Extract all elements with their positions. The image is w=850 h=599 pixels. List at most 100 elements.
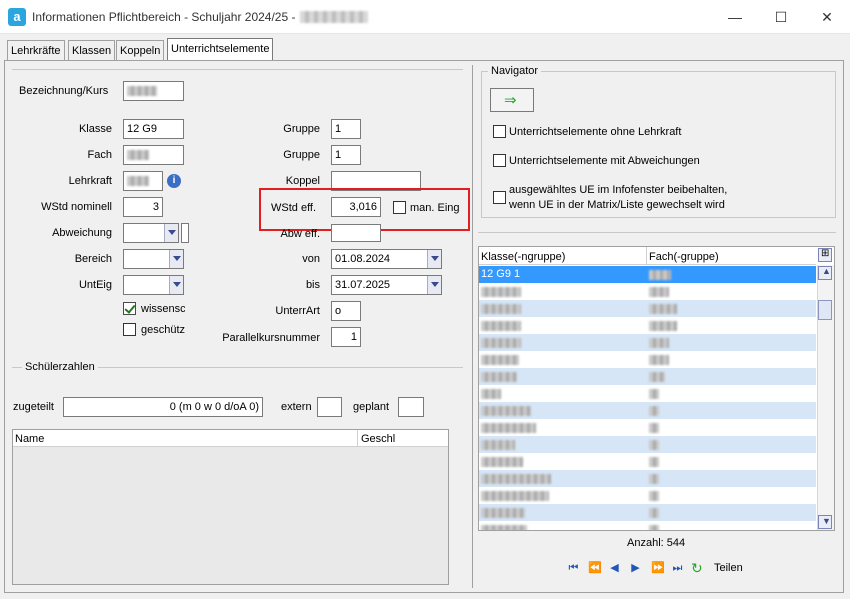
tab-koppeln[interactable]: Koppeln: [116, 40, 165, 61]
bezeichnung-label: Bezeichnung/Kurs: [19, 85, 109, 97]
tab-lehrkraefte[interactable]: Lehrkräfte: [7, 40, 65, 61]
man-eing-label: man. Eing: [410, 202, 460, 214]
list-item-selected[interactable]: 12 G9 1: [479, 266, 816, 283]
extern-label: extern: [281, 401, 312, 413]
last-record-icon[interactable]: ⏭: [672, 562, 683, 574]
close-button[interactable]: ✕: [804, 0, 850, 34]
geplant-label: geplant: [353, 401, 390, 413]
next-icon[interactable]: ▶: [630, 562, 641, 574]
list-item[interactable]: [479, 521, 816, 530]
wstd-nominell-label: WStd nominell: [41, 201, 112, 213]
scroll-thumb[interactable]: [818, 300, 832, 320]
ue-list-body: 12 G9 1: [479, 266, 816, 530]
splitter[interactable]: [472, 65, 473, 588]
previous-icon[interactable]: ◀: [609, 562, 620, 574]
opt3-checkbox[interactable]: [493, 191, 506, 204]
tab-unterrichtselemente[interactable]: Unterrichtselemente: [167, 38, 274, 61]
list-item[interactable]: [479, 351, 816, 368]
fach-input[interactable]: [123, 145, 184, 165]
col-fach[interactable]: Fach(-gruppe): [649, 251, 719, 263]
geplant-input[interactable]: [398, 397, 424, 417]
wissensc-checkbox[interactable]: [123, 302, 136, 315]
bereich-label: Bereich: [74, 253, 112, 265]
list-item[interactable]: [479, 402, 816, 419]
list-item[interactable]: [479, 368, 816, 385]
bis-select[interactable]: 31.07.2025: [331, 275, 442, 295]
von-label: von: [302, 253, 320, 265]
unteig-select[interactable]: [123, 275, 184, 295]
title-redacted: [300, 11, 368, 23]
col-separator: [646, 247, 647, 265]
man-eing-checkbox[interactable]: [393, 201, 406, 214]
schueler-title: Schülerzahlen: [22, 361, 98, 373]
col-klasse[interactable]: Klasse(-ngruppe): [481, 251, 565, 263]
fach-label: Fach: [87, 149, 112, 161]
col-name[interactable]: Name: [15, 433, 44, 445]
klasse-input[interactable]: 12 G9: [123, 119, 184, 139]
parallelkurs-input[interactable]: 1: [331, 327, 361, 347]
parallelkurs-label: Parallelkursnummer: [222, 332, 320, 344]
gruppe1-input[interactable]: 1: [331, 119, 361, 139]
navigator-title: Navigator: [488, 65, 542, 77]
list-item[interactable]: [479, 283, 816, 300]
abweichung-select[interactable]: [123, 223, 179, 243]
von-select[interactable]: 01.08.2024: [331, 249, 442, 269]
chevron-down-icon: [169, 250, 183, 268]
wstd-nominell-input[interactable]: 3: [123, 197, 163, 217]
maximize-button[interactable]: ☐: [758, 0, 804, 34]
list-item[interactable]: [479, 487, 816, 504]
extern-input[interactable]: [317, 397, 342, 417]
opt2-checkbox[interactable]: [493, 154, 506, 167]
column-chooser-button[interactable]: ⊞: [818, 248, 832, 262]
info-icon[interactable]: i: [167, 174, 181, 188]
list-item[interactable]: [479, 436, 816, 453]
list-item[interactable]: [479, 419, 816, 436]
tab-klassen[interactable]: Klassen: [68, 40, 116, 61]
rewind-icon[interactable]: ⏪: [588, 562, 602, 574]
gruppe2-input[interactable]: 1: [331, 145, 361, 165]
opt2-label: Unterrichtselemente mit Abweichungen: [509, 155, 700, 167]
chevron-down-icon: [164, 224, 178, 242]
scroll-down-button[interactable]: ▼: [818, 515, 832, 529]
anzahl-count: Anzahl: 544: [627, 537, 686, 549]
selected-fach: [649, 266, 671, 283]
gruppe2-label: Gruppe: [283, 149, 320, 161]
fast-forward-icon[interactable]: ⏩: [651, 562, 665, 574]
geschuetz-checkbox[interactable]: [123, 323, 136, 336]
teilen-button[interactable]: Teilen: [714, 562, 743, 574]
klasse-label: Klasse: [78, 123, 112, 135]
selected-klasse: 12 G9 1: [481, 268, 521, 280]
refresh-icon[interactable]: ↻: [691, 560, 703, 577]
zugeteilt-value: 0 (m 0 w 0 d/oA 0): [63, 397, 263, 417]
wstd-eff-input[interactable]: 3,016: [331, 197, 381, 217]
bereich-select[interactable]: [123, 249, 184, 269]
minimize-button[interactable]: —: [712, 0, 758, 34]
chevron-down-icon: [169, 276, 183, 294]
abw-eff-input[interactable]: [331, 224, 381, 242]
first-record-icon[interactable]: ⏮: [568, 562, 579, 574]
list-item[interactable]: [479, 470, 816, 487]
unterrart-input[interactable]: o: [331, 301, 361, 321]
list-item[interactable]: [479, 317, 816, 334]
wissensc-label: wissensc: [141, 303, 185, 315]
list-item[interactable]: [479, 300, 816, 317]
bezeichnung-input[interactable]: [123, 81, 184, 101]
lehrkraft-input[interactable]: [123, 171, 163, 191]
schueler-grid[interactable]: [12, 429, 449, 585]
gruppe1-label: Gruppe: [283, 123, 320, 135]
list-item[interactable]: [479, 385, 816, 402]
list-item[interactable]: [479, 453, 816, 470]
unterrart-label: UnterrArt: [275, 305, 320, 317]
koppel-label: Koppel: [285, 175, 320, 187]
bis-label: bis: [305, 279, 320, 291]
opt1-checkbox[interactable]: [493, 125, 506, 138]
list-item[interactable]: [479, 334, 816, 351]
abw-eff-label: Abw eff.: [280, 228, 320, 240]
scroll-up-button[interactable]: ▲: [818, 266, 832, 280]
abweichung-label: Abweichung: [52, 227, 112, 239]
list-item[interactable]: [479, 504, 816, 521]
arrow-right-icon: ⇒: [504, 92, 517, 109]
col-geschl[interactable]: Geschl: [361, 433, 395, 445]
navigate-button[interactable]: ⇒: [490, 88, 534, 112]
abweichung-extra[interactable]: [181, 223, 189, 243]
